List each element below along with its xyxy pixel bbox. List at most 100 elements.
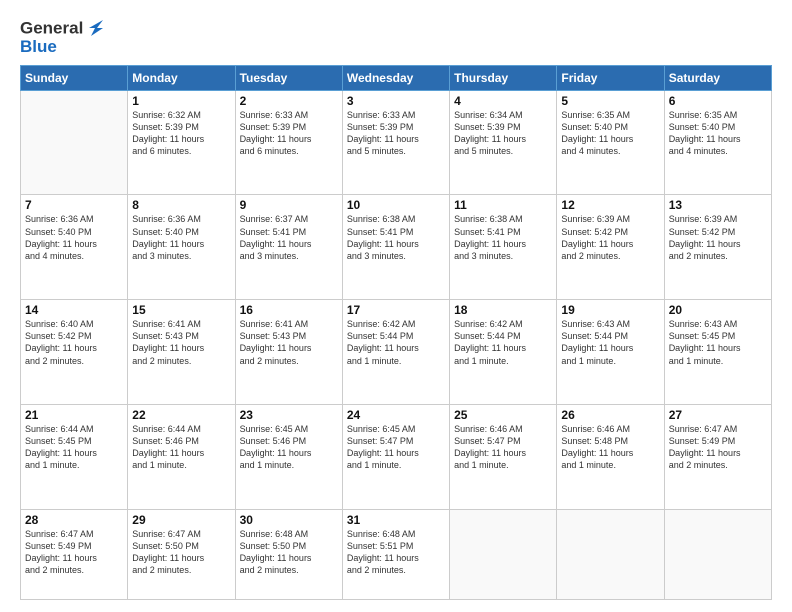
day-number: 27: [669, 408, 767, 422]
day-number: 28: [25, 513, 123, 527]
calendar-cell: [21, 90, 128, 195]
day-info: Sunrise: 6:39 AM Sunset: 5:42 PM Dayligh…: [669, 213, 767, 262]
day-info: Sunrise: 6:48 AM Sunset: 5:51 PM Dayligh…: [347, 528, 445, 577]
calendar-row-4: 28Sunrise: 6:47 AM Sunset: 5:49 PM Dayli…: [21, 509, 772, 600]
weekday-header-thursday: Thursday: [450, 65, 557, 90]
header: General Blue: [20, 18, 772, 57]
calendar-cell: 30Sunrise: 6:48 AM Sunset: 5:50 PM Dayli…: [235, 509, 342, 600]
calendar-cell: 26Sunrise: 6:46 AM Sunset: 5:48 PM Dayli…: [557, 404, 664, 509]
day-info: Sunrise: 6:47 AM Sunset: 5:50 PM Dayligh…: [132, 528, 230, 577]
calendar-cell: 21Sunrise: 6:44 AM Sunset: 5:45 PM Dayli…: [21, 404, 128, 509]
calendar-cell: 16Sunrise: 6:41 AM Sunset: 5:43 PM Dayli…: [235, 300, 342, 405]
day-info: Sunrise: 6:34 AM Sunset: 5:39 PM Dayligh…: [454, 109, 552, 158]
day-info: Sunrise: 6:33 AM Sunset: 5:39 PM Dayligh…: [240, 109, 338, 158]
calendar-cell: 27Sunrise: 6:47 AM Sunset: 5:49 PM Dayli…: [664, 404, 771, 509]
calendar-row-0: 1Sunrise: 6:32 AM Sunset: 5:39 PM Daylig…: [21, 90, 772, 195]
calendar-row-1: 7Sunrise: 6:36 AM Sunset: 5:40 PM Daylig…: [21, 195, 772, 300]
calendar-cell: 11Sunrise: 6:38 AM Sunset: 5:41 PM Dayli…: [450, 195, 557, 300]
day-number: 18: [454, 303, 552, 317]
logo-icon: [85, 18, 107, 40]
calendar-cell: 28Sunrise: 6:47 AM Sunset: 5:49 PM Dayli…: [21, 509, 128, 600]
calendar-cell: 9Sunrise: 6:37 AM Sunset: 5:41 PM Daylig…: [235, 195, 342, 300]
calendar-cell: 12Sunrise: 6:39 AM Sunset: 5:42 PM Dayli…: [557, 195, 664, 300]
calendar-cell: 4Sunrise: 6:34 AM Sunset: 5:39 PM Daylig…: [450, 90, 557, 195]
day-info: Sunrise: 6:37 AM Sunset: 5:41 PM Dayligh…: [240, 213, 338, 262]
day-info: Sunrise: 6:39 AM Sunset: 5:42 PM Dayligh…: [561, 213, 659, 262]
day-number: 2: [240, 94, 338, 108]
day-number: 31: [347, 513, 445, 527]
day-info: Sunrise: 6:47 AM Sunset: 5:49 PM Dayligh…: [25, 528, 123, 577]
calendar-cell: 6Sunrise: 6:35 AM Sunset: 5:40 PM Daylig…: [664, 90, 771, 195]
calendar-cell: 17Sunrise: 6:42 AM Sunset: 5:44 PM Dayli…: [342, 300, 449, 405]
calendar-cell: 2Sunrise: 6:33 AM Sunset: 5:39 PM Daylig…: [235, 90, 342, 195]
calendar-cell: 29Sunrise: 6:47 AM Sunset: 5:50 PM Dayli…: [128, 509, 235, 600]
day-number: 13: [669, 198, 767, 212]
weekday-header-tuesday: Tuesday: [235, 65, 342, 90]
day-info: Sunrise: 6:36 AM Sunset: 5:40 PM Dayligh…: [25, 213, 123, 262]
day-number: 26: [561, 408, 659, 422]
day-info: Sunrise: 6:43 AM Sunset: 5:44 PM Dayligh…: [561, 318, 659, 367]
day-info: Sunrise: 6:35 AM Sunset: 5:40 PM Dayligh…: [669, 109, 767, 158]
logo-general: General: [20, 18, 83, 37]
calendar-table: SundayMondayTuesdayWednesdayThursdayFrid…: [20, 65, 772, 600]
day-number: 7: [25, 198, 123, 212]
weekday-header-monday: Monday: [128, 65, 235, 90]
day-info: Sunrise: 6:47 AM Sunset: 5:49 PM Dayligh…: [669, 423, 767, 472]
day-info: Sunrise: 6:42 AM Sunset: 5:44 PM Dayligh…: [454, 318, 552, 367]
day-number: 21: [25, 408, 123, 422]
day-number: 16: [240, 303, 338, 317]
day-info: Sunrise: 6:36 AM Sunset: 5:40 PM Dayligh…: [132, 213, 230, 262]
day-number: 10: [347, 198, 445, 212]
day-info: Sunrise: 6:41 AM Sunset: 5:43 PM Dayligh…: [240, 318, 338, 367]
weekday-header-row: SundayMondayTuesdayWednesdayThursdayFrid…: [21, 65, 772, 90]
calendar-cell: [450, 509, 557, 600]
day-number: 25: [454, 408, 552, 422]
weekday-header-sunday: Sunday: [21, 65, 128, 90]
calendar-cell: 18Sunrise: 6:42 AM Sunset: 5:44 PM Dayli…: [450, 300, 557, 405]
day-number: 17: [347, 303, 445, 317]
day-number: 5: [561, 94, 659, 108]
day-info: Sunrise: 6:45 AM Sunset: 5:47 PM Dayligh…: [347, 423, 445, 472]
calendar-row-2: 14Sunrise: 6:40 AM Sunset: 5:42 PM Dayli…: [21, 300, 772, 405]
day-number: 20: [669, 303, 767, 317]
logo: General Blue: [20, 18, 107, 57]
calendar-cell: 25Sunrise: 6:46 AM Sunset: 5:47 PM Dayli…: [450, 404, 557, 509]
day-info: Sunrise: 6:41 AM Sunset: 5:43 PM Dayligh…: [132, 318, 230, 367]
calendar-cell: 23Sunrise: 6:45 AM Sunset: 5:46 PM Dayli…: [235, 404, 342, 509]
calendar-cell: 22Sunrise: 6:44 AM Sunset: 5:46 PM Dayli…: [128, 404, 235, 509]
calendar-cell: 15Sunrise: 6:41 AM Sunset: 5:43 PM Dayli…: [128, 300, 235, 405]
day-info: Sunrise: 6:46 AM Sunset: 5:48 PM Dayligh…: [561, 423, 659, 472]
calendar-cell: 7Sunrise: 6:36 AM Sunset: 5:40 PM Daylig…: [21, 195, 128, 300]
day-number: 22: [132, 408, 230, 422]
day-info: Sunrise: 6:44 AM Sunset: 5:46 PM Dayligh…: [132, 423, 230, 472]
day-number: 24: [347, 408, 445, 422]
day-number: 1: [132, 94, 230, 108]
calendar-cell: [557, 509, 664, 600]
day-info: Sunrise: 6:35 AM Sunset: 5:40 PM Dayligh…: [561, 109, 659, 158]
day-number: 4: [454, 94, 552, 108]
day-number: 11: [454, 198, 552, 212]
day-number: 14: [25, 303, 123, 317]
calendar-cell: 3Sunrise: 6:33 AM Sunset: 5:39 PM Daylig…: [342, 90, 449, 195]
calendar-cell: 1Sunrise: 6:32 AM Sunset: 5:39 PM Daylig…: [128, 90, 235, 195]
calendar-cell: [664, 509, 771, 600]
day-info: Sunrise: 6:44 AM Sunset: 5:45 PM Dayligh…: [25, 423, 123, 472]
calendar-row-3: 21Sunrise: 6:44 AM Sunset: 5:45 PM Dayli…: [21, 404, 772, 509]
calendar-cell: 13Sunrise: 6:39 AM Sunset: 5:42 PM Dayli…: [664, 195, 771, 300]
day-info: Sunrise: 6:33 AM Sunset: 5:39 PM Dayligh…: [347, 109, 445, 158]
calendar-cell: 20Sunrise: 6:43 AM Sunset: 5:45 PM Dayli…: [664, 300, 771, 405]
day-number: 3: [347, 94, 445, 108]
day-number: 12: [561, 198, 659, 212]
calendar-cell: 10Sunrise: 6:38 AM Sunset: 5:41 PM Dayli…: [342, 195, 449, 300]
weekday-header-wednesday: Wednesday: [342, 65, 449, 90]
calendar-cell: 31Sunrise: 6:48 AM Sunset: 5:51 PM Dayli…: [342, 509, 449, 600]
day-number: 8: [132, 198, 230, 212]
calendar-cell: 19Sunrise: 6:43 AM Sunset: 5:44 PM Dayli…: [557, 300, 664, 405]
weekday-header-friday: Friday: [557, 65, 664, 90]
day-number: 19: [561, 303, 659, 317]
day-number: 30: [240, 513, 338, 527]
day-info: Sunrise: 6:38 AM Sunset: 5:41 PM Dayligh…: [347, 213, 445, 262]
calendar-cell: 8Sunrise: 6:36 AM Sunset: 5:40 PM Daylig…: [128, 195, 235, 300]
day-info: Sunrise: 6:43 AM Sunset: 5:45 PM Dayligh…: [669, 318, 767, 367]
calendar-cell: 14Sunrise: 6:40 AM Sunset: 5:42 PM Dayli…: [21, 300, 128, 405]
